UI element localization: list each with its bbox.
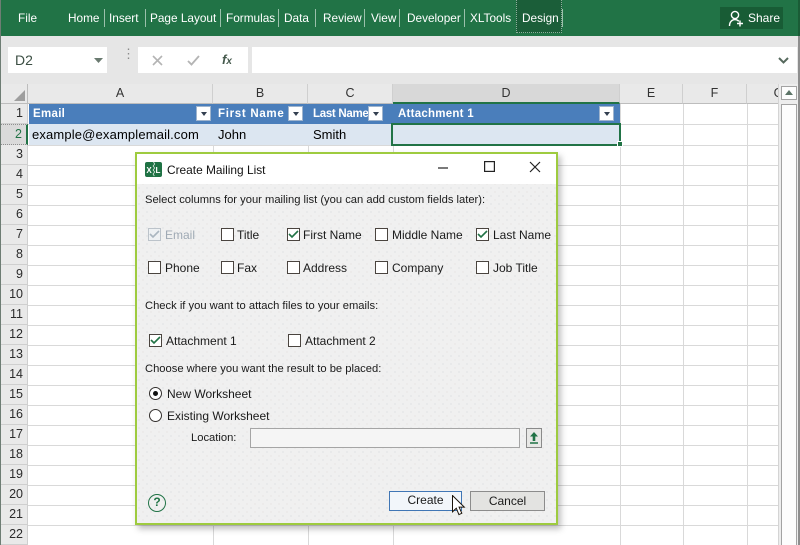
svg-text:L: L [156, 166, 161, 175]
svg-text:X: X [146, 166, 152, 175]
